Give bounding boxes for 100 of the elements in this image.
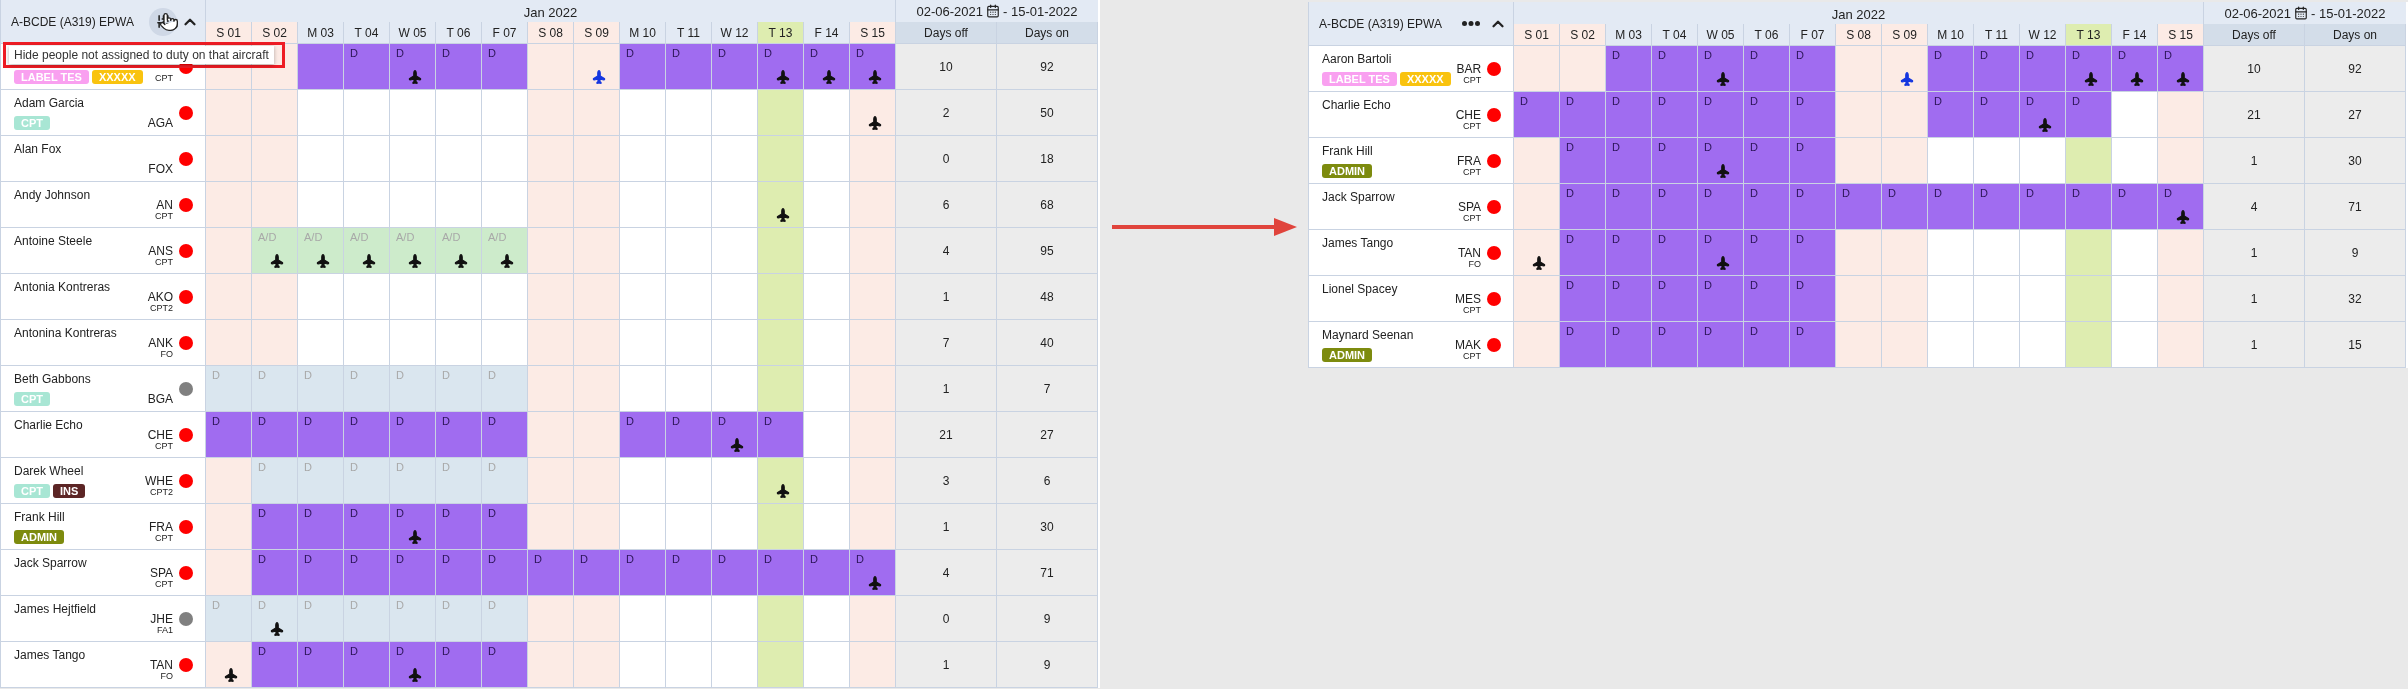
- day-cell: [620, 504, 666, 550]
- day-cell: [850, 504, 896, 550]
- day-cell: [2112, 276, 2158, 322]
- duty-cell: D: [298, 458, 344, 504]
- day-cell: [620, 458, 666, 504]
- day-cell: [574, 228, 620, 274]
- duty-cell: D: [758, 44, 804, 90]
- range-end: - 15-01-2022: [2311, 5, 2386, 21]
- day-header: M 10: [1928, 24, 1974, 46]
- day-cell: [804, 596, 850, 642]
- day-cell: [620, 90, 666, 136]
- day-cell: [344, 90, 390, 136]
- day-cell: [528, 136, 574, 182]
- day-cell: [574, 596, 620, 642]
- duty-cell: D: [1698, 230, 1744, 276]
- day-cell: [298, 136, 344, 182]
- duty-cell: D: [436, 44, 482, 90]
- duty-cell: D: [620, 550, 666, 596]
- days-off-cell: 1: [896, 504, 997, 550]
- duty-cell: D: [1606, 138, 1652, 184]
- day-header: S 09: [574, 22, 620, 44]
- role-label: FO: [160, 350, 173, 360]
- duty-cell: D: [1606, 322, 1652, 368]
- day-cell: [666, 320, 712, 366]
- day-cell: [620, 642, 666, 688]
- aircraft-title: A-BCDE (A319) EPWA: [1319, 16, 1443, 31]
- person-name: Lionel Spacey: [1322, 282, 1399, 296]
- duty-cell: D: [1698, 322, 1744, 368]
- day-cell: [620, 366, 666, 412]
- days-on-cell: 9: [997, 596, 1098, 642]
- duty-cell: D: [1606, 276, 1652, 322]
- person-code: TAN: [149, 658, 173, 673]
- day-cell: [574, 136, 620, 182]
- days-off-cell: 0: [896, 596, 997, 642]
- duty-cell: D: [482, 504, 528, 550]
- day-cell: [620, 136, 666, 182]
- day-cell: [850, 320, 896, 366]
- day-cell: [2112, 92, 2158, 138]
- days-on-cell: 15: [2305, 322, 2406, 368]
- person-code: BGA: [147, 392, 173, 406]
- day-cell: [344, 182, 390, 228]
- duty-cell: D: [1560, 184, 1606, 230]
- day-cell: [804, 228, 850, 274]
- days-on-cell: 50: [997, 90, 1098, 136]
- duty-cell: D: [344, 504, 390, 550]
- duty-cell: D: [1652, 184, 1698, 230]
- duty-cell: D: [1790, 230, 1836, 276]
- role-label: CPT: [155, 442, 173, 452]
- person-name: Maynard Seenan: [1322, 328, 1415, 342]
- day-cell: [712, 274, 758, 320]
- duty-cell: D: [666, 44, 712, 90]
- role-label: CPT: [1463, 352, 1481, 362]
- day-cell: [528, 412, 574, 458]
- days-on-cell: 6: [997, 458, 1098, 504]
- duty-cell: A/D: [252, 228, 298, 274]
- day-header: S 08: [528, 22, 574, 44]
- day-cell: [1974, 138, 2020, 184]
- duty-cell: D: [252, 366, 298, 412]
- role-label: CPT: [1463, 214, 1481, 224]
- day-cell: [528, 458, 574, 504]
- days-on-cell: 9: [997, 642, 1098, 688]
- days-off-cell: 10: [2204, 46, 2305, 92]
- person-name: Charlie Echo: [14, 418, 84, 432]
- day-cell: [1928, 138, 1974, 184]
- duty-cell: D: [2020, 46, 2066, 92]
- days-off-cell: 1: [2204, 230, 2305, 276]
- person-code: FRA: [1457, 154, 1481, 169]
- day-header: M 10: [620, 22, 666, 44]
- tag: CPT: [14, 116, 50, 130]
- person-code: WHE: [145, 474, 173, 489]
- role-label: CPT: [155, 74, 173, 84]
- day-cell: [712, 366, 758, 412]
- duty-cell: D: [850, 44, 896, 90]
- tag: ADMIN: [14, 530, 65, 544]
- duty-cell: D: [298, 412, 344, 458]
- calendar-icon[interactable]: [2294, 6, 2308, 20]
- duty-cell: D: [1652, 276, 1698, 322]
- tag: INS: [53, 484, 86, 498]
- duty-cell: D: [1974, 92, 2020, 138]
- duty-cell: D: [1698, 184, 1744, 230]
- duty-cell: D: [1698, 46, 1744, 92]
- person-name: Beth Gabbons: [14, 372, 92, 386]
- tag: XXXXX: [91, 70, 143, 84]
- person-code: FOX: [148, 162, 173, 176]
- role-label: CPT: [1463, 168, 1481, 178]
- duty-cell: D: [252, 596, 298, 642]
- role-label: CPT: [155, 258, 173, 268]
- duty-cell: D: [666, 412, 712, 458]
- duty-cell: D: [344, 550, 390, 596]
- tag: ADMIN: [1322, 164, 1373, 178]
- day-cell: [298, 182, 344, 228]
- day-cell: [712, 504, 758, 550]
- day-cell: [666, 182, 712, 228]
- day-cell: [804, 274, 850, 320]
- day-cell: [712, 90, 758, 136]
- duty-cell: D: [344, 44, 390, 90]
- calendar-icon[interactable]: [986, 4, 1000, 18]
- day-cell: [574, 642, 620, 688]
- duty-cell: D: [2158, 184, 2204, 230]
- duty-cell: A/D: [436, 228, 482, 274]
